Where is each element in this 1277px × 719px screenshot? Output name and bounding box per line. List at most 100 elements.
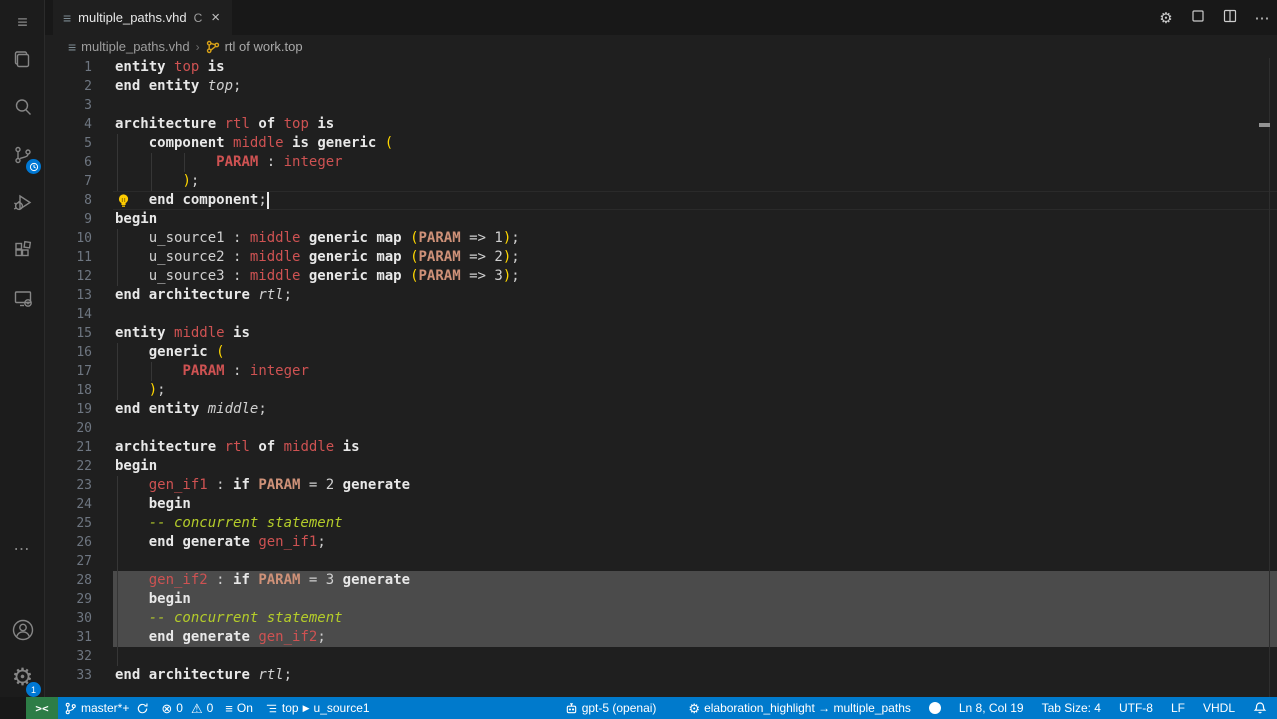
indent-guide bbox=[117, 153, 118, 172]
code-line[interactable]: 31 end generate gen_if2; bbox=[45, 628, 1277, 647]
code-line[interactable]: 30 -- concurrent statement bbox=[45, 609, 1277, 628]
encoding-indicator[interactable]: UTF-8 bbox=[1113, 697, 1159, 719]
code-line[interactable]: 5 component middle is generic ( bbox=[45, 134, 1277, 153]
line-content bbox=[113, 552, 1277, 571]
language-indicator[interactable]: VHDL bbox=[1197, 697, 1241, 719]
run-debug-icon[interactable] bbox=[0, 181, 45, 225]
code-line[interactable]: 6 PARAM : integer bbox=[45, 153, 1277, 172]
file-icon: ≡ bbox=[68, 39, 76, 55]
breadcrumb-file[interactable]: multiple_paths.vhd bbox=[81, 39, 189, 54]
problems-indicator[interactable]: ⊗ 0 ⚠ 0 bbox=[155, 697, 219, 719]
model-label: gpt-5 (openai) bbox=[582, 701, 657, 715]
layout-square-icon[interactable] bbox=[1189, 9, 1207, 27]
remote-indicator[interactable]: >< bbox=[26, 697, 58, 719]
tab-close-icon[interactable]: × bbox=[209, 9, 222, 26]
tab-title: multiple_paths.vhd bbox=[78, 10, 186, 25]
code-line[interactable]: 21architecture rtl of middle is bbox=[45, 438, 1277, 457]
breadcrumb-symbol[interactable]: rtl of work.top bbox=[225, 39, 303, 54]
line-content: begin bbox=[113, 457, 1277, 476]
code-line[interactable]: 16 generic ( bbox=[45, 343, 1277, 362]
settings-gear-icon[interactable]: ⚙ bbox=[1157, 9, 1175, 27]
line-content: u_source1 : middle generic map (PARAM =>… bbox=[113, 229, 1277, 248]
code-line[interactable]: 1entity top is bbox=[45, 58, 1277, 77]
code-line[interactable]: 20 bbox=[45, 419, 1277, 438]
error-icon: ⊗ bbox=[161, 702, 172, 715]
code-line[interactable]: 3 bbox=[45, 96, 1277, 115]
code-line[interactable]: 10 u_source1 : middle generic map (PARAM… bbox=[45, 229, 1277, 248]
filter-toggle[interactable]: ≡ On bbox=[219, 697, 259, 719]
code-line[interactable]: 26 end generate gen_if1; bbox=[45, 533, 1277, 552]
indent-guide bbox=[117, 571, 118, 590]
code-line[interactable]: 18 ); bbox=[45, 381, 1277, 400]
model-indicator[interactable]: gpt-5 (openai) bbox=[559, 697, 663, 719]
more-views-icon[interactable]: ⋯ bbox=[0, 527, 45, 571]
error-count: 0 bbox=[176, 701, 183, 715]
code-line[interactable]: 15entity middle is bbox=[45, 324, 1277, 343]
line-number: 13 bbox=[45, 286, 113, 305]
line-content: architecture rtl of top is bbox=[113, 115, 1277, 134]
search-icon[interactable] bbox=[0, 85, 45, 129]
line-content: entity middle is bbox=[113, 324, 1277, 343]
notifications-bell-icon[interactable] bbox=[1247, 697, 1269, 719]
overview-ruler[interactable] bbox=[1269, 58, 1270, 697]
code-line[interactable]: 24 begin bbox=[45, 495, 1277, 514]
code-line[interactable]: 7 ); bbox=[45, 172, 1277, 191]
code-line[interactable]: 14 bbox=[45, 305, 1277, 324]
line-content: entity top is bbox=[113, 58, 1277, 77]
code-line[interactable]: 4architecture rtl of top is bbox=[45, 115, 1277, 134]
code-line[interactable]: 17 PARAM : integer bbox=[45, 362, 1277, 381]
lightbulb-icon[interactable] bbox=[116, 193, 131, 209]
code-line[interactable]: 27 bbox=[45, 552, 1277, 571]
line-content: PARAM : integer bbox=[113, 362, 1277, 381]
breadcrumb: ≡ multiple_paths.vhd › rtl of work.top bbox=[45, 35, 1277, 58]
cursor-position[interactable]: Ln 8, Col 19 bbox=[953, 697, 1030, 719]
line-content: end architecture rtl; bbox=[113, 286, 1277, 305]
code-line[interactable]: 11 u_source2 : middle generic map (PARAM… bbox=[45, 248, 1277, 267]
code-line[interactable]: 28 gen_if2 : if PARAM = 3 generate bbox=[45, 571, 1277, 590]
indent-guide bbox=[117, 495, 118, 514]
line-number: 2 bbox=[45, 77, 113, 96]
code-line[interactable]: 33end architecture rtl; bbox=[45, 666, 1277, 685]
indent-guide bbox=[117, 590, 118, 609]
indent-guide bbox=[117, 381, 118, 400]
code-line[interactable]: 22begin bbox=[45, 457, 1277, 476]
code-line[interactable]: 32 bbox=[45, 647, 1277, 666]
code-line[interactable]: 9begin bbox=[45, 210, 1277, 229]
line-content: end generate gen_if1; bbox=[113, 533, 1277, 552]
hierarchy-indicator[interactable]: top ▶ u_source1 bbox=[259, 697, 376, 719]
code-line[interactable]: 23 gen_if1 : if PARAM = 2 generate bbox=[45, 476, 1277, 495]
line-number: 15 bbox=[45, 324, 113, 343]
code-line[interactable]: 8 end component; bbox=[45, 191, 1277, 210]
code-line[interactable]: 2end entity top; bbox=[45, 77, 1277, 96]
code-line[interactable]: 13end architecture rtl; bbox=[45, 286, 1277, 305]
line-content: end entity middle; bbox=[113, 400, 1277, 419]
branch-label: master*+ bbox=[81, 701, 129, 715]
code-line[interactable]: 25 -- concurrent statement bbox=[45, 514, 1277, 533]
code-line[interactable]: 12 u_source3 : middle generic map (PARAM… bbox=[45, 267, 1277, 286]
tab-size-indicator[interactable]: Tab Size: 4 bbox=[1036, 697, 1107, 719]
eol-indicator[interactable]: LF bbox=[1165, 697, 1191, 719]
line-number: 14 bbox=[45, 305, 113, 324]
line-number: 7 bbox=[45, 172, 113, 191]
remote-explorer-icon[interactable] bbox=[0, 277, 45, 321]
line-content: architecture rtl of middle is bbox=[113, 438, 1277, 457]
line-number: 12 bbox=[45, 267, 113, 286]
explorer-icon[interactable] bbox=[0, 38, 45, 82]
accounts-icon[interactable] bbox=[0, 608, 45, 652]
split-editor-icon[interactable] bbox=[1221, 9, 1239, 27]
branch-indicator[interactable]: master*+ bbox=[58, 697, 155, 719]
code-line[interactable]: 19end entity middle; bbox=[45, 400, 1277, 419]
text-cursor bbox=[267, 192, 269, 209]
indent-guide bbox=[117, 267, 118, 286]
more-actions-icon[interactable]: ⋯ bbox=[1253, 9, 1271, 27]
line-content: u_source3 : middle generic map (PARAM =>… bbox=[113, 267, 1277, 286]
code-editor[interactable]: 1entity top is2end entity top;34architec… bbox=[45, 58, 1277, 697]
tab-multiple-paths[interactable]: ≡ multiple_paths.vhd C × bbox=[53, 0, 232, 35]
line-content: ); bbox=[113, 381, 1277, 400]
code-line[interactable]: 29 begin bbox=[45, 590, 1277, 609]
line-number: 26 bbox=[45, 533, 113, 552]
settings-gear-icon[interactable]: ⚙ 1 bbox=[0, 656, 45, 700]
task-indicator[interactable]: ⚙ elaboration_highlight → multiple_paths bbox=[682, 697, 916, 719]
source-control-icon[interactable] bbox=[0, 133, 45, 177]
extensions-icon[interactable] bbox=[0, 229, 45, 273]
